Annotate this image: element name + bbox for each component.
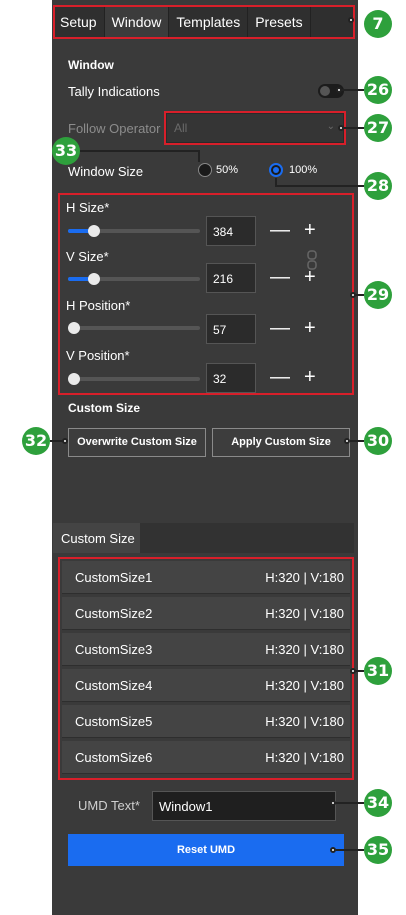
h-position-slider[interactable] [68, 322, 200, 334]
custom-size-name: CustomSize4 [75, 678, 153, 693]
custom-size-name: CustomSize3 [75, 642, 153, 657]
tab-bar-highlight [53, 5, 355, 39]
list-item[interactable]: CustomSize1 H:320 | V:180 [62, 561, 350, 594]
callout-badge-33: 33 [52, 137, 80, 165]
overwrite-custom-size-button[interactable]: Overwrite Custom Size [68, 428, 206, 457]
h-size-increment-button[interactable]: + [304, 220, 316, 240]
callout-leader-line [336, 849, 364, 851]
v-size-decrement-button[interactable]: — [270, 267, 290, 287]
window-size-50-label: 50% [216, 164, 239, 176]
callout-badge-34: 34 [364, 789, 392, 817]
h-position-decrement-button[interactable]: — [270, 318, 290, 338]
callout-badge-30: 30 [364, 427, 392, 455]
custom-size-name: CustomSize1 [75, 570, 153, 585]
v-position-label: V Position* [66, 348, 130, 363]
callout-leader-line [198, 150, 200, 162]
v-position-input[interactable]: 32 [206, 363, 256, 393]
callout-badge-27: 27 [364, 114, 392, 142]
tab-custom-size[interactable]: Custom Size [53, 523, 140, 553]
callout-leader-line [336, 802, 364, 804]
callout-badge-32: 32 [22, 427, 50, 455]
v-size-input[interactable]: 216 [206, 263, 256, 293]
custom-size-section-title: Custom Size [68, 401, 141, 415]
apply-custom-size-button[interactable]: Apply Custom Size [212, 428, 350, 457]
v-size-label: V Size* [66, 249, 109, 264]
callout-leader-line [275, 185, 364, 187]
window-section-title: Window [68, 58, 114, 72]
follow-operator-label: Follow Operator [68, 121, 161, 136]
callout-leader-dot [348, 17, 354, 23]
list-item[interactable]: CustomSize4 H:320 | V:180 [62, 669, 350, 702]
callout-leader-line [342, 89, 364, 91]
v-size-slider[interactable] [68, 273, 200, 285]
custom-size-dims: H:320 | V:180 [265, 750, 344, 765]
callout-badge-35: 35 [364, 836, 392, 864]
custom-size-dims: H:320 | V:180 [265, 642, 344, 657]
callout-badge-7: 7 [364, 10, 392, 38]
callout-badge-31: 31 [364, 657, 392, 685]
h-position-slider-thumb[interactable] [68, 322, 80, 334]
callout-leader-line [344, 127, 364, 129]
custom-size-name: CustomSize5 [75, 714, 153, 729]
callout-leader-dot [62, 438, 68, 444]
callout-leader-line [356, 670, 364, 672]
v-size-slider-thumb[interactable] [88, 273, 100, 285]
h-size-decrement-button[interactable]: — [270, 220, 290, 240]
window-size-100-label: 100% [289, 164, 318, 176]
reset-umd-button[interactable]: Reset UMD [68, 834, 344, 866]
h-position-increment-button[interactable]: + [304, 318, 316, 338]
custom-size-dims: H:320 | V:180 [265, 570, 344, 585]
v-position-slider-thumb[interactable] [68, 373, 80, 385]
v-size-increment-button[interactable]: + [304, 267, 316, 287]
h-size-label: H Size* [66, 200, 110, 215]
callout-leader-line [350, 440, 364, 442]
callout-leader-line [80, 150, 200, 152]
custom-size-tab-bar [140, 523, 354, 553]
list-item[interactable]: CustomSize3 H:320 | V:180 [62, 633, 350, 666]
umd-text-input[interactable]: Window1 [152, 791, 336, 821]
v-position-increment-button[interactable]: + [304, 367, 316, 387]
callout-badge-28: 28 [364, 172, 392, 200]
h-size-slider[interactable] [68, 225, 200, 237]
custom-size-name: CustomSize2 [75, 606, 153, 621]
h-size-input[interactable]: 384 [206, 216, 256, 246]
list-item[interactable]: CustomSize5 H:320 | V:180 [62, 705, 350, 738]
custom-size-dims: H:320 | V:180 [265, 678, 344, 693]
h-position-label: H Position* [66, 298, 131, 313]
callout-badge-26: 26 [364, 76, 392, 104]
h-position-input[interactable]: 57 [206, 314, 256, 344]
umd-text-label: UMD Text* [78, 798, 140, 813]
v-position-decrement-button[interactable]: — [270, 367, 290, 387]
toggle-knob [320, 86, 330, 96]
window-size-100-radio[interactable] [269, 163, 283, 177]
custom-size-dims: H:320 | V:180 [265, 606, 344, 621]
follow-operator-highlight [164, 111, 346, 145]
list-item[interactable]: CustomSize2 H:320 | V:180 [62, 597, 350, 630]
v-position-slider[interactable] [68, 373, 200, 385]
window-size-label: Window Size [68, 164, 144, 179]
custom-size-list: CustomSize1 H:320 | V:180 CustomSize2 H:… [58, 557, 354, 780]
custom-size-name: CustomSize6 [75, 750, 153, 765]
tally-indications-label: Tally Indications [68, 84, 160, 99]
callout-leader-line [356, 294, 364, 296]
window-size-50-radio[interactable] [198, 163, 212, 177]
h-size-slider-thumb[interactable] [88, 225, 100, 237]
list-item[interactable]: CustomSize6 H:320 | V:180 [62, 741, 350, 774]
custom-size-dims: H:320 | V:180 [265, 714, 344, 729]
callout-badge-29: 29 [364, 281, 392, 309]
